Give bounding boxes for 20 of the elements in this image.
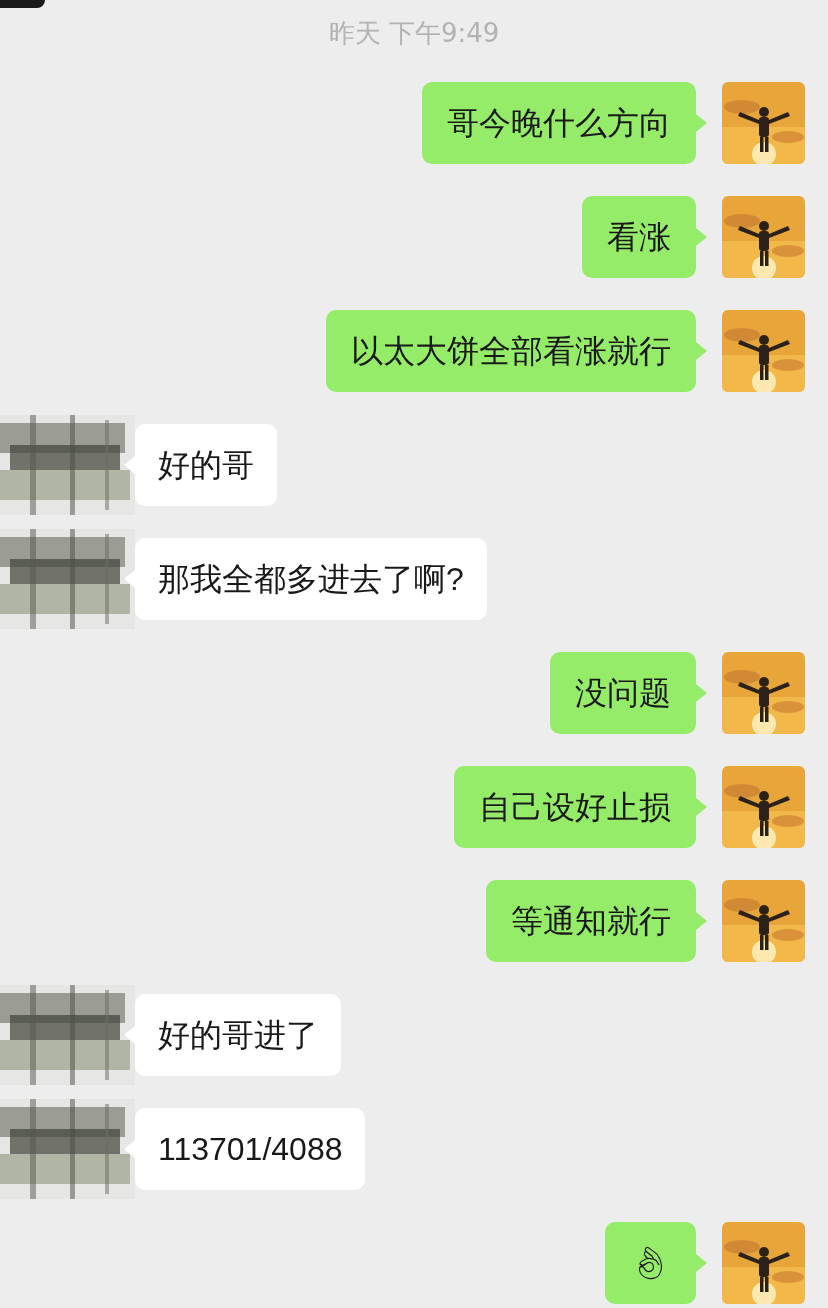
bubble-tail bbox=[696, 912, 707, 930]
message-bubble: 👌 bbox=[605, 1222, 696, 1304]
bubble-tail bbox=[696, 342, 707, 360]
message-bubble: 好的哥进了 bbox=[135, 994, 341, 1076]
bubble-tail bbox=[696, 798, 707, 816]
bubble-tail bbox=[696, 1254, 707, 1272]
message-bubble: 看涨 bbox=[582, 196, 696, 278]
message-bubble: 113701/4088 bbox=[135, 1108, 366, 1190]
message-bubble: 以太大饼全部看涨就行 bbox=[326, 310, 696, 392]
message-bubble: 没问题 bbox=[550, 652, 696, 734]
message-bubble: 等通知就行 bbox=[486, 880, 696, 962]
corner-overlay bbox=[0, 0, 45, 8]
message-bubble: 哥今晚什么方向 bbox=[422, 82, 696, 164]
timestamp: 昨天 下午9:49 bbox=[328, 17, 500, 50]
bubble-tail bbox=[696, 684, 707, 702]
message-bubble: 自己设好止损 bbox=[454, 766, 696, 848]
bubble-tail bbox=[696, 114, 707, 132]
bubble-tail bbox=[696, 228, 707, 246]
message-bubble: 好的哥 bbox=[135, 424, 277, 506]
message-bubble: 那我全都多进去了啊? bbox=[135, 538, 487, 620]
